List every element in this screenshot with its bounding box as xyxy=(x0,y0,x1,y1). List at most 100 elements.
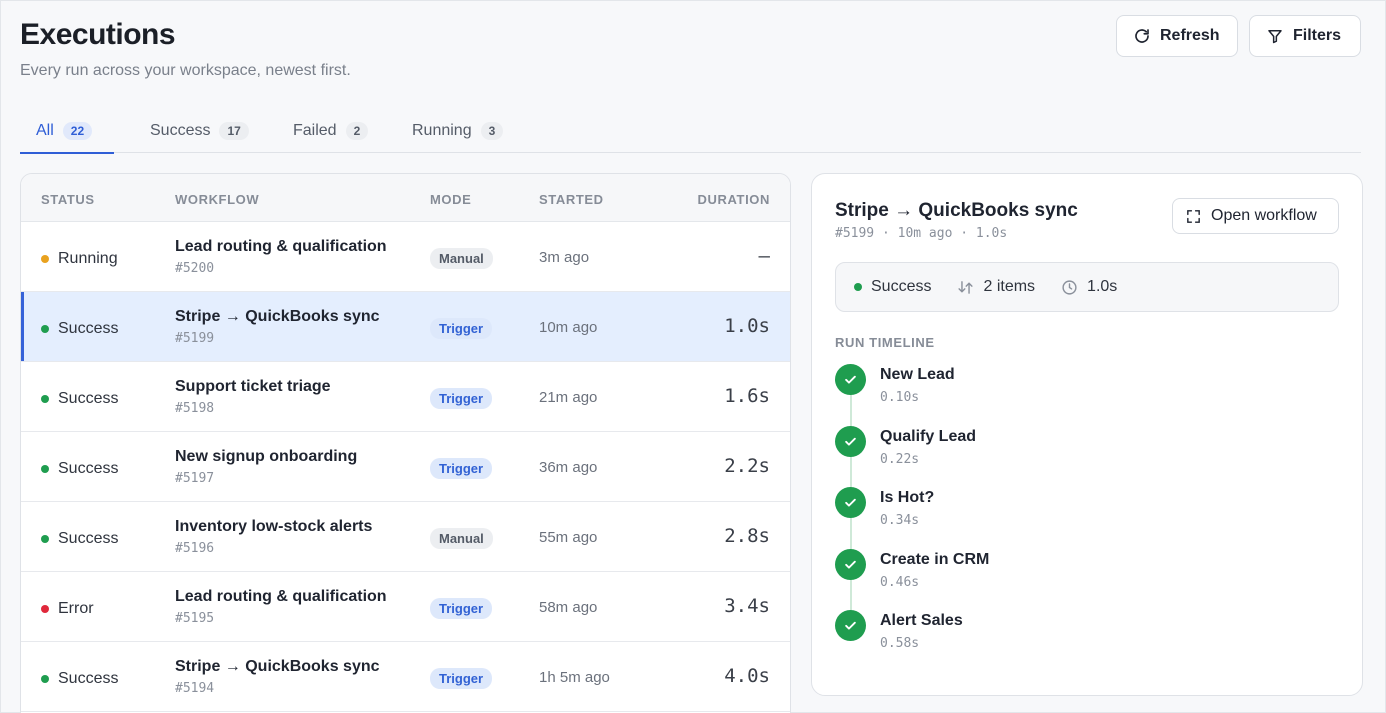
step-time: 0.22s xyxy=(880,451,920,467)
transfer-icon xyxy=(958,280,974,294)
clock-icon xyxy=(1062,279,1077,295)
step-time: 0.46s xyxy=(880,574,920,590)
status-dot-icon xyxy=(41,395,49,403)
status-dot-icon xyxy=(41,465,49,473)
started-time: 55m ago xyxy=(539,529,598,546)
duration-value: 1.0s xyxy=(724,315,770,337)
open-workflow-button[interactable]: Open workflow xyxy=(1172,198,1339,234)
duration-value: 1.6s xyxy=(724,385,770,407)
step-time: 0.58s xyxy=(880,636,920,651)
execution-id: #5196 xyxy=(175,541,215,556)
step-time: 0.10s xyxy=(880,390,920,405)
execution-id: #5194 xyxy=(175,681,215,696)
mode-badge: Manual xyxy=(430,528,493,549)
tab-count: 22 xyxy=(62,122,93,140)
started-time: 21m ago xyxy=(539,389,598,406)
status-dot-icon xyxy=(41,605,49,613)
execution-id: #5199 xyxy=(175,331,215,346)
check-icon xyxy=(835,610,866,641)
run-summary: Success 2 items 1.0s xyxy=(835,262,1339,312)
workflow-name: New signup onboarding xyxy=(175,448,358,465)
summary-duration-text: 1.0s xyxy=(1087,278,1118,295)
filters-label: Filters xyxy=(1293,27,1342,44)
step-name: Qualify Lead xyxy=(880,427,977,445)
table-header: STATUS WORKFLOW MODE STARTED DURATION xyxy=(21,174,790,222)
filter-icon xyxy=(1268,30,1282,44)
status-dot-icon xyxy=(854,283,862,291)
status-text: Success xyxy=(58,670,119,687)
status-cell: Success xyxy=(41,460,118,478)
expand-icon xyxy=(1187,209,1200,223)
status-text: Success xyxy=(58,460,119,477)
column-header-duration[interactable]: DURATION xyxy=(698,192,770,207)
execution-detail-panel: Stripe → QuickBooks sync #5199 · 10m ago… xyxy=(811,173,1363,696)
duration-value: — xyxy=(758,245,770,267)
check-icon xyxy=(835,425,866,457)
status-cell: Success xyxy=(41,320,118,338)
table-row[interactable]: Success Inventory low-stock alerts #5196… xyxy=(21,502,790,572)
tab-failed[interactable]: Failed 2 xyxy=(277,109,384,153)
tab-label: Failed xyxy=(293,122,337,139)
summary-duration: 1.0s xyxy=(1061,278,1117,296)
page-header: Executions Every run across your workspa… xyxy=(20,15,1361,95)
table-row-selected[interactable]: Success Stripe → QuickBooks sync #5199 T… xyxy=(21,292,790,362)
tab-running[interactable]: Running 3 xyxy=(396,109,519,153)
workflow-name: Lead routing & qualification xyxy=(175,238,387,255)
column-header-status[interactable]: STATUS xyxy=(41,192,95,207)
filters-button[interactable]: Filters xyxy=(1249,15,1361,57)
status-cell: Error xyxy=(41,600,94,618)
mode-badge: Trigger xyxy=(430,668,493,689)
check-icon xyxy=(835,548,866,580)
status-cell: Running xyxy=(41,250,118,268)
summary-status-text: Success xyxy=(871,278,932,295)
duration-value: 2.8s xyxy=(724,525,770,547)
run-timeline-label: RUN TIMELINE xyxy=(835,335,935,350)
tab-label: Success xyxy=(150,122,211,139)
table-row[interactable]: Success New signup onboarding #5197 Trig… xyxy=(21,432,790,502)
status-cell: Success xyxy=(41,530,118,548)
table-row[interactable]: Running Lead routing & qualification #52… xyxy=(21,222,790,292)
status-text: Success xyxy=(58,530,119,547)
table-row[interactable]: Success Stripe → QuickBooks sync #5194 T… xyxy=(21,642,790,712)
tab-success[interactable]: Success 17 xyxy=(134,109,265,153)
tab-all[interactable]: All 22 xyxy=(20,109,114,154)
duration-value: 2.2s xyxy=(724,455,770,477)
workflow-name: Inventory low-stock alerts xyxy=(175,518,373,535)
column-header-workflow[interactable]: WORKFLOW xyxy=(175,192,259,207)
step-name: Create in CRM xyxy=(880,550,990,568)
status-cell: Success xyxy=(41,390,118,408)
started-time: 10m ago xyxy=(539,319,598,336)
started-time: 1h 5m ago xyxy=(539,669,610,686)
step-name: Alert Sales xyxy=(880,612,963,629)
mode-badge: Manual xyxy=(430,248,493,269)
status-text: Error xyxy=(58,600,94,617)
executions-table: STATUS WORKFLOW MODE STARTED DURATION Ru… xyxy=(20,173,791,713)
header-actions: Refresh Filters xyxy=(1116,15,1361,57)
execution-id: #5197 xyxy=(175,471,215,486)
tab-count: 3 xyxy=(480,122,504,140)
status-dot-icon xyxy=(41,535,49,543)
page-title: Executions xyxy=(20,18,176,51)
workflow-name: Support ticket triage xyxy=(175,378,331,395)
status-dot-icon xyxy=(41,675,49,683)
mode-badge: Trigger xyxy=(430,318,493,339)
workflow-name: Stripe → QuickBooks sync xyxy=(175,658,380,675)
mode-badge: Trigger xyxy=(430,458,493,479)
column-header-started[interactable]: STARTED xyxy=(539,192,604,207)
tab-count: 17 xyxy=(219,122,249,140)
status-dot-icon xyxy=(41,325,49,333)
execution-id: #5198 xyxy=(175,401,215,416)
table-row[interactable]: Success Support ticket triage #5198 Trig… xyxy=(21,362,790,432)
check-icon xyxy=(835,364,866,395)
status-text: Running xyxy=(58,250,118,267)
status-cell: Success xyxy=(41,670,118,688)
refresh-button[interactable]: Refresh xyxy=(1116,15,1238,57)
table-row[interactable]: Error Lead routing & qualification #5195… xyxy=(21,572,790,642)
column-header-mode[interactable]: MODE xyxy=(430,192,471,207)
started-time: 3m ago xyxy=(539,249,590,266)
summary-status: Success xyxy=(854,278,931,296)
refresh-icon xyxy=(1135,29,1149,43)
tab-label: Running xyxy=(412,122,472,139)
refresh-label: Refresh xyxy=(1160,27,1220,44)
tab-count: 2 xyxy=(345,122,369,140)
